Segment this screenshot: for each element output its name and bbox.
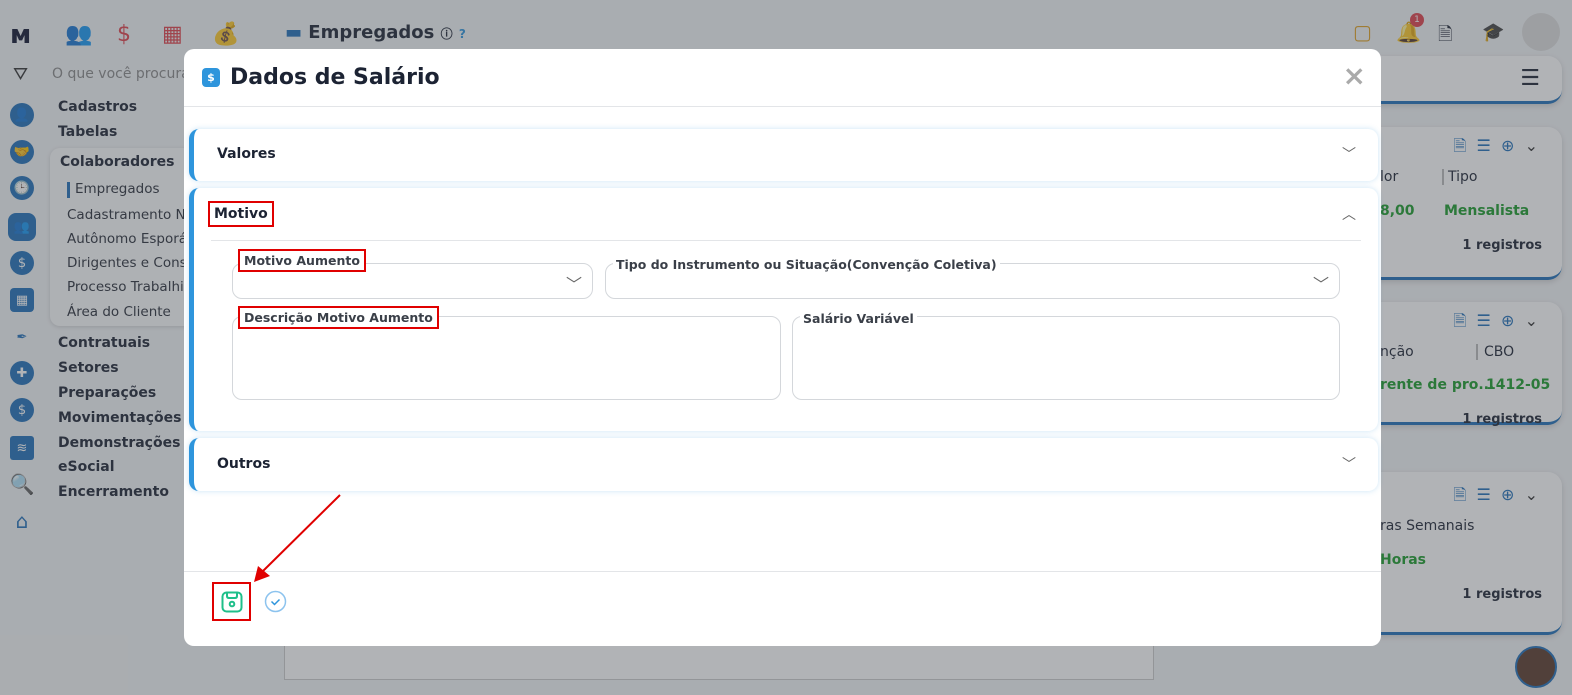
- annotation-arrow: [254, 494, 341, 582]
